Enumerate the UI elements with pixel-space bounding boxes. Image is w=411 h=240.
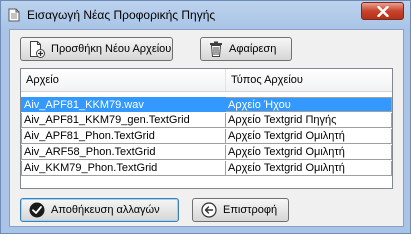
table-row[interactable]: Aiv_ARF58_Phon.TextGrid Αρχείο Textgrid … (21, 145, 392, 161)
document-icon (7, 8, 21, 22)
add-file-label: Προσθήκη Νέου Αρχείου (51, 43, 172, 55)
dialog-window: Εισαγωγή Νέας Προφορικής Πηγής Προσθήκη … (0, 0, 411, 234)
table-row[interactable]: Aiv_APF81_KKM79.wav Αρχείο Ήχου (21, 97, 392, 113)
checkmark-icon (29, 202, 45, 218)
column-header-type[interactable]: Τύπος Αρχείου (226, 69, 392, 91)
add-file-button[interactable]: Προσθήκη Νέου Αρχείου (20, 37, 173, 61)
file-type-cell: Αρχείο Textgrid Ομιλητή (226, 161, 392, 176)
table-row[interactable]: Aiv_KKM79_Phon.TextGrid Αρχείο Textgrid … (21, 161, 392, 177)
add-file-icon (29, 40, 45, 58)
file-type-cell: Αρχείο Ήχου (226, 97, 392, 112)
save-changes-button[interactable]: Αποθήκευση αλλαγών (20, 198, 179, 222)
close-button[interactable] (361, 2, 404, 20)
list-rows: Aiv_APF81_KKM79.wav Αρχείο Ήχου Aiv_APF8… (21, 97, 392, 177)
column-header-file[interactable]: Αρχείο (21, 69, 226, 91)
files-list[interactable]: Αρχείο Τύπος Αρχείου Aiv_APF81_KKM79.wav… (20, 68, 393, 189)
trash-icon (209, 41, 223, 57)
back-arrow-icon (201, 202, 217, 218)
back-label: Επιστροφή (223, 204, 278, 216)
file-name-cell: Aiv_APF81_KKM79_gen.TextGrid (21, 113, 226, 128)
table-row[interactable]: Aiv_APF81_KKM79_gen.TextGrid Αρχείο Text… (21, 113, 392, 129)
file-type-cell: Αρχείο Textgrid Ομιλητή (226, 145, 392, 160)
file-name-cell: Aiv_APF81_KKM79.wav (21, 97, 226, 112)
title-bar[interactable]: Εισαγωγή Νέας Προφορικής Πηγής (1, 1, 410, 29)
dialog-content: Προσθήκη Νέου Αρχείου Αφαίρεση Αρχείο Τύ… (9, 29, 404, 227)
remove-label: Αφαίρεση (229, 43, 277, 55)
remove-button[interactable]: Αφαίρεση (200, 37, 292, 61)
close-icon (377, 6, 389, 17)
list-header: Αρχείο Τύπος Αρχείου (21, 69, 392, 92)
back-button[interactable]: Επιστροφή (192, 198, 289, 222)
save-changes-label: Αποθήκευση αλλαγών (51, 204, 160, 216)
window-title: Εισαγωγή Νέας Προφορικής Πηγής (27, 8, 216, 22)
file-name-cell: Aiv_KKM79_Phon.TextGrid (21, 161, 226, 176)
file-type-cell: Αρχείο Textgrid Πηγής (226, 113, 392, 128)
file-type-cell: Αρχείο Textgrid Ομιλητή (226, 129, 392, 144)
table-row[interactable]: Aiv_APF81_Phon.TextGrid Αρχείο Textgrid … (21, 129, 392, 145)
file-name-cell: Aiv_APF81_Phon.TextGrid (21, 129, 226, 144)
file-name-cell: Aiv_ARF58_Phon.TextGrid (21, 145, 226, 160)
